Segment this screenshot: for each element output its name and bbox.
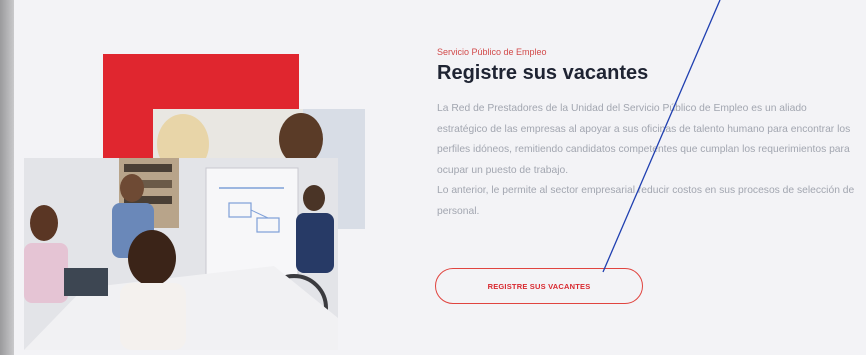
section-title: Registre sus vacantes bbox=[437, 62, 649, 84]
section-description: La Red de Prestadores de la Unidad del S… bbox=[437, 99, 855, 223]
section-eyebrow: Servicio Público de Empleo bbox=[437, 47, 547, 57]
description-paragraph: Lo anterior, le permite al sector empres… bbox=[437, 185, 855, 217]
description-paragraph: La Red de Prestadores de la Unidad del S… bbox=[437, 103, 851, 176]
register-vacancies-button[interactable]: REGISTRE SUS VACANTES bbox=[435, 268, 643, 304]
meeting-room-photo bbox=[24, 158, 338, 350]
window-left-edge bbox=[0, 0, 14, 355]
